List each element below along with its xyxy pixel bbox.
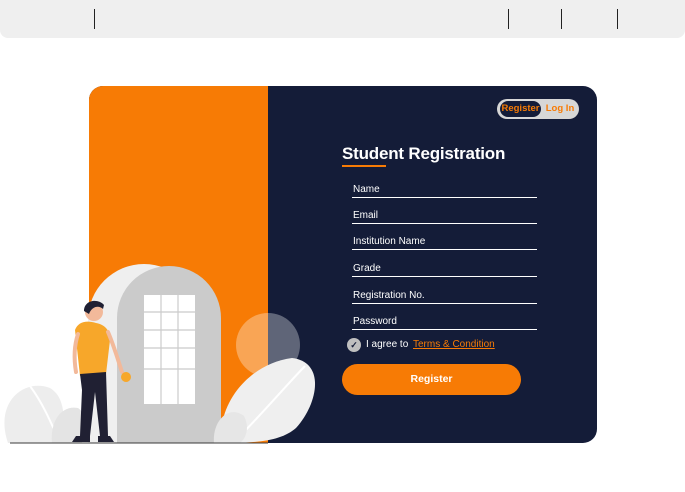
grade-field[interactable]: Grade <box>352 258 537 277</box>
check-circle-icon[interactable]: ✓ <box>347 338 361 352</box>
nav-divider <box>94 9 95 29</box>
auth-mode-toggle: Register Log In <box>497 99 579 119</box>
registration-no-field-label: Registration No. <box>353 290 425 301</box>
login-tab[interactable]: Log In <box>544 101 576 117</box>
grade-field-label: Grade <box>353 263 381 274</box>
password-field-label: Password <box>353 316 397 327</box>
agree-text: I agree to <box>366 339 409 350</box>
title-underline <box>342 165 386 167</box>
nav-divider <box>617 9 618 29</box>
registration-no-field[interactable]: Registration No. <box>352 285 537 304</box>
email-field-label: Email <box>353 210 379 221</box>
institution-name-field[interactable]: Institution Name <box>352 231 537 250</box>
register-tab[interactable]: Register <box>500 101 541 117</box>
email-field[interactable]: Email <box>352 205 537 224</box>
orange-side-panel <box>89 86 268 443</box>
form-title: Student Registration <box>342 144 506 163</box>
name-field[interactable]: Name <box>352 179 537 198</box>
password-field[interactable]: Password <box>352 311 537 330</box>
nav-divider <box>508 9 509 29</box>
top-navigation-bar <box>0 0 685 38</box>
register-button[interactable]: Register <box>342 364 521 395</box>
name-field-label: Name <box>353 184 380 195</box>
institution-name-field-label: Institution Name <box>353 236 426 247</box>
nav-divider <box>561 9 562 29</box>
terms-link[interactable]: Terms & Condition <box>413 339 495 350</box>
